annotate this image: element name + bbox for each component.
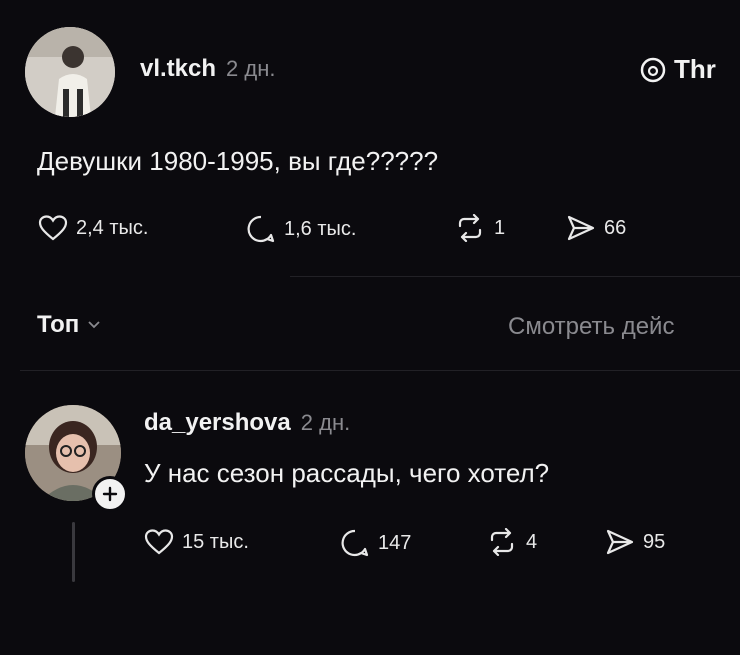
post-repost-count: 1 [494, 216, 506, 239]
reply-reply-count: 147 [378, 531, 412, 554]
post-username[interactable]: vl.tkch [140, 55, 216, 83]
post-share-button[interactable]: 66 [566, 214, 626, 242]
reply-username[interactable]: da_yershova [144, 409, 291, 437]
reply-repost-button[interactable]: 4 [486, 528, 537, 556]
post-repost-button[interactable]: 1 [454, 214, 505, 242]
sort-label: Топ [37, 311, 80, 338]
send-icon [606, 529, 634, 555]
repost-icon [490, 528, 514, 556]
post-time: 2 дн. [226, 56, 276, 81]
divider [290, 276, 740, 277]
person-photo [25, 27, 115, 117]
post-like-button[interactable]: 2,4 тыс. [38, 214, 148, 242]
repost-icon [458, 214, 482, 242]
reply-time: 2 дн. [300, 410, 351, 435]
post-like-count: 2,4 тыс. [76, 216, 149, 239]
reply-share-button[interactable]: 95 [605, 528, 665, 556]
divider [20, 370, 740, 371]
post-text: Девушки 1980-1995, вы где????? [37, 146, 439, 176]
reply-repost-count: 4 [526, 530, 538, 553]
thread-line [72, 522, 75, 582]
post-share-count: 66 [604, 216, 627, 239]
plus-icon [102, 486, 118, 502]
comment-icon [247, 215, 275, 243]
post-reply-button[interactable]: 1,6 тыс. [246, 214, 356, 244]
comment-icon [341, 529, 369, 557]
follow-button[interactable] [92, 476, 128, 512]
reply-text: У нас сезон рассады, чего хотел? [144, 458, 550, 488]
post-reply-count: 1,6 тыс. [284, 217, 357, 240]
reply-like-button[interactable]: 15 тыс. [144, 528, 249, 556]
reply-like-count: 15 тыс. [182, 530, 249, 553]
brand-label: Thr [674, 54, 716, 84]
send-icon [567, 215, 595, 241]
threads-brand: Thr [640, 54, 716, 85]
post-author-avatar[interactable] [25, 27, 115, 117]
threads-icon [640, 57, 666, 82]
heart-icon [144, 529, 174, 555]
view-activity-link[interactable]: Смотреть дейс [508, 313, 674, 341]
heart-icon [38, 215, 68, 241]
reply-share-count: 95 [643, 530, 666, 553]
reply-reply-button[interactable]: 147 [340, 528, 411, 558]
sort-dropdown[interactable]: Топ [37, 311, 101, 339]
chevron-down-icon [88, 321, 100, 329]
